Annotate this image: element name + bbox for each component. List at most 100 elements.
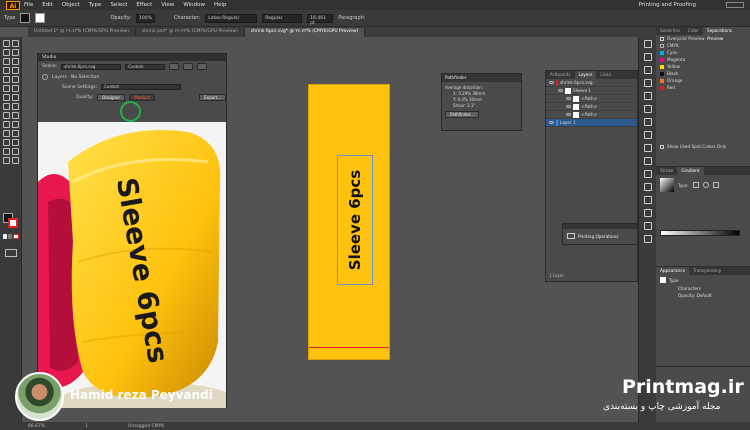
tab-appearance[interactable]: Appearance (656, 267, 690, 275)
character-icon[interactable] (643, 222, 652, 230)
stroke-color-swatch[interactable] (8, 218, 18, 228)
view-single-icon[interactable] (197, 63, 208, 70)
shape-builder-tool-icon[interactable] (3, 112, 10, 119)
artboard-navigator[interactable]: 1 (85, 424, 88, 429)
stroke-icon[interactable] (643, 118, 652, 126)
tab-layers[interactable]: Layers (574, 71, 597, 79)
separation-row[interactable]: Black (656, 70, 750, 77)
separation-row[interactable]: Orange (656, 77, 750, 84)
direct-selection-tool-icon[interactable] (12, 40, 19, 47)
overprint-preview-row[interactable]: Overprint Preview (656, 35, 750, 42)
paintbrush-tool-icon[interactable] (12, 76, 19, 83)
eraser-tool-icon[interactable] (12, 85, 19, 92)
mesh-tool-icon[interactable] (3, 121, 10, 128)
tab-color[interactable]: Color (684, 27, 703, 35)
layer-row[interactable]: Sleeve 1 (546, 87, 637, 95)
selection-tool-icon[interactable] (3, 40, 10, 47)
width-tool-icon[interactable] (3, 103, 10, 110)
zoom-tool-icon[interactable] (12, 157, 19, 164)
eye-icon[interactable] (566, 105, 571, 108)
view-grid-icon[interactable] (169, 63, 180, 70)
perspective-grid-tool-icon[interactable] (12, 112, 19, 119)
menu-object[interactable]: Object (62, 2, 80, 8)
layer-row[interactable]: <Path> (546, 103, 637, 111)
eye-icon[interactable] (558, 89, 563, 92)
column-graph-tool-icon[interactable] (12, 139, 19, 146)
spot-colors-row[interactable]: Show Used Spot Colors Only (656, 143, 750, 150)
paragraph-icon[interactable] (643, 235, 652, 243)
transparency-icon[interactable] (643, 144, 652, 152)
tab-artboards[interactable]: Artboards (546, 71, 575, 79)
eye-icon[interactable] (549, 81, 554, 84)
zoom-level[interactable]: 66.67% (28, 424, 45, 429)
appearance-icon[interactable] (643, 157, 652, 165)
eye-icon[interactable] (566, 113, 571, 116)
linear-gradient-icon[interactable] (692, 182, 699, 188)
separation-row[interactable]: Cyan (656, 49, 750, 56)
view-split-icon[interactable] (183, 63, 194, 70)
search-icon[interactable] (726, 2, 744, 8)
hand-tool-icon[interactable] (3, 157, 10, 164)
tab-transparency[interactable]: Transparency (689, 267, 725, 275)
target-icon[interactable] (42, 74, 48, 80)
slice-tool-icon[interactable] (12, 148, 19, 155)
none-mode-icon[interactable] (13, 234, 19, 239)
radial-gradient-icon[interactable] (702, 182, 709, 188)
gradient-tool-icon[interactable] (12, 121, 19, 128)
appearance-type-row[interactable]: Type (656, 275, 750, 285)
layer-row[interactable]: shrink 6pcs.svg (546, 79, 637, 87)
quality-medium-button[interactable]: Medium (129, 94, 156, 101)
checkbox-icon[interactable] (660, 144, 664, 149)
menu-select[interactable]: Select (110, 2, 127, 8)
swatches-icon[interactable] (643, 66, 652, 74)
layers-icon[interactable] (643, 170, 652, 178)
printing-operations-label[interactable]: Printing Operations (578, 234, 618, 239)
font-style-select[interactable]: Regular (262, 13, 303, 23)
gradient-thumbnail[interactable] (660, 178, 674, 192)
view-select[interactable]: Custom (125, 63, 166, 70)
tab-swatches[interactable]: Swatches (656, 27, 684, 35)
freeform-gradient-icon[interactable] (712, 182, 719, 188)
separation-row[interactable]: Yellow (656, 63, 750, 70)
doc-tab-shrink-6pcs[interactable]: shrink 6pcs.svg* @ ۲۶,۷۳% (CMYK/GPU Prev… (244, 28, 366, 37)
appearance-characters-row[interactable]: Characters (656, 285, 750, 292)
menu-edit[interactable]: Edit (42, 2, 53, 8)
fill-swatch[interactable] (20, 13, 31, 23)
quality-designer-button[interactable]: Designer (97, 94, 126, 101)
rectangle-tool-icon[interactable] (3, 76, 10, 83)
symbol-sprayer-tool-icon[interactable] (3, 139, 10, 146)
scene-settings-select[interactable]: Custom (101, 84, 182, 90)
eye-icon[interactable] (566, 97, 571, 100)
rotate-tool-icon[interactable] (3, 94, 10, 101)
export-button[interactable]: Export... (199, 94, 227, 101)
menu-file[interactable]: File (24, 2, 33, 8)
curvature-tool-icon[interactable] (12, 58, 19, 65)
separation-row[interactable]: Magenta (656, 56, 750, 63)
line-tool-icon[interactable] (12, 67, 19, 74)
menu-view[interactable]: View (161, 2, 174, 8)
tab-gradient[interactable]: Gradient (677, 167, 704, 175)
eye-icon[interactable] (549, 121, 554, 124)
magic-wand-tool-icon[interactable] (3, 49, 10, 56)
pencil-tool-icon[interactable] (3, 85, 10, 92)
tab-stroke[interactable]: Stroke (656, 167, 677, 175)
eyedropper-tool-icon[interactable] (3, 130, 10, 137)
separation-row[interactable]: CMYK (656, 42, 750, 49)
gradient-slider[interactable] (660, 230, 740, 236)
align-icon[interactable] (643, 183, 652, 191)
symbols-icon[interactable] (643, 92, 652, 100)
pathfinder-icon[interactable] (643, 196, 652, 204)
transform-icon[interactable] (643, 209, 652, 217)
libraries-icon[interactable] (643, 53, 652, 61)
properties-icon[interactable] (643, 40, 652, 48)
free-transform-tool-icon[interactable] (12, 103, 19, 110)
color-mode-icon[interactable] (3, 234, 7, 239)
menu-effect[interactable]: Effect (136, 2, 152, 8)
brushes-icon[interactable] (643, 79, 652, 87)
doc-tab-untitled[interactable]: Untitled-1* @ ۲۶,۷۳% (CMYK/GPU Preview) (28, 28, 136, 37)
layer-row[interactable]: <Path> (546, 95, 637, 103)
scale-tool-icon[interactable] (12, 94, 19, 101)
menu-help[interactable]: Help (214, 2, 227, 8)
font-family-select[interactable]: Lateo Regular (205, 13, 258, 23)
tab-links[interactable]: Links (596, 71, 615, 79)
